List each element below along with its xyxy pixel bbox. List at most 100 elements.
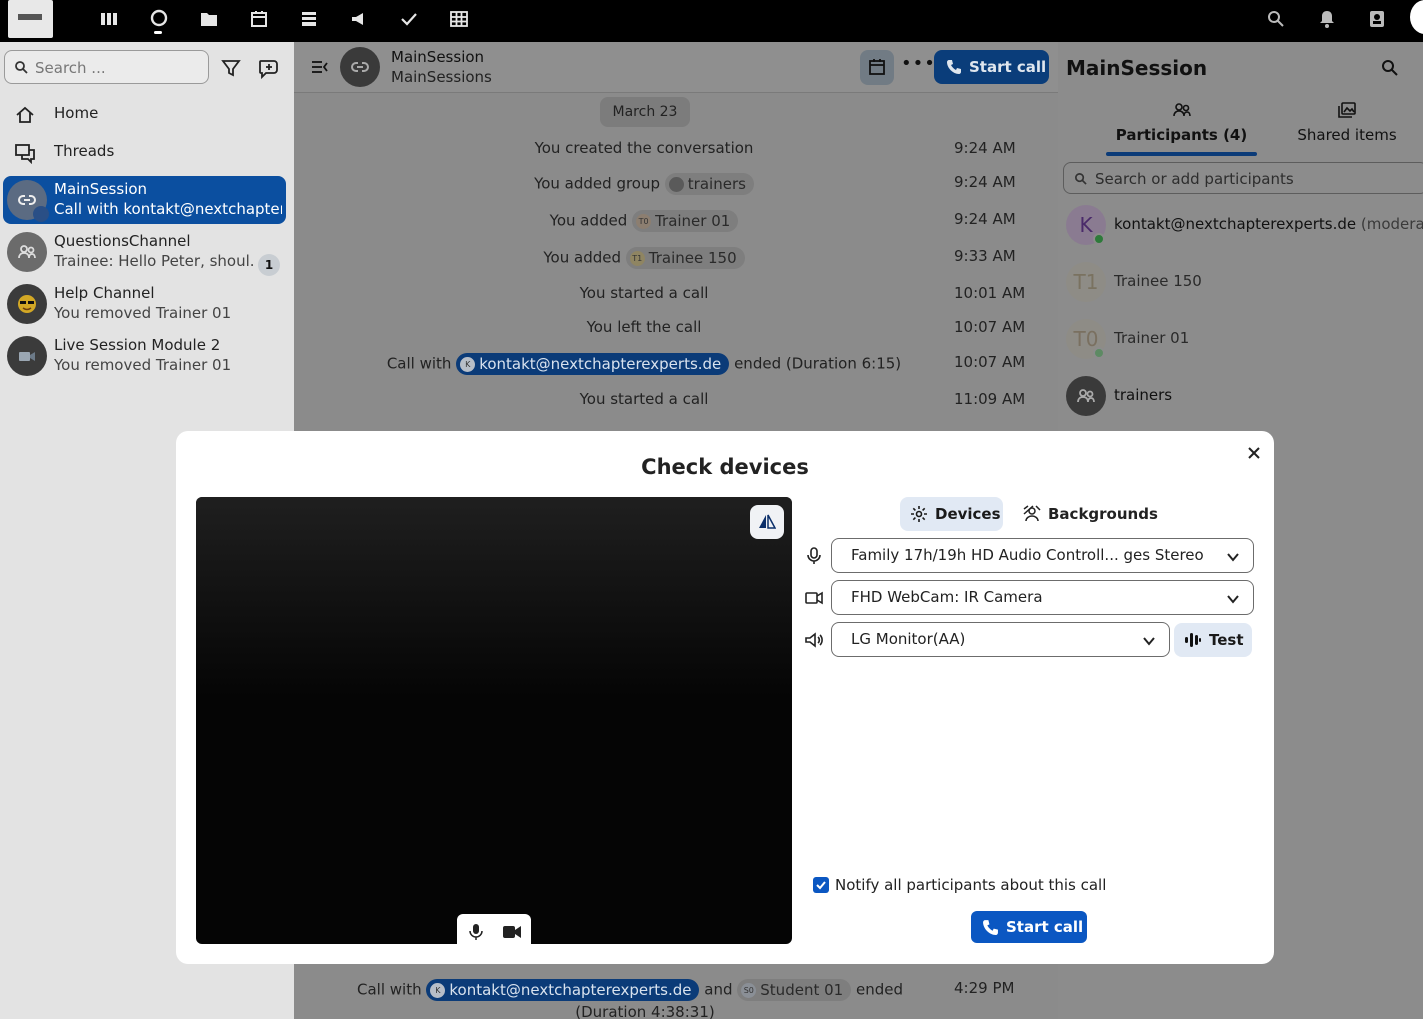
files-icon[interactable] <box>198 9 220 31</box>
participant-item[interactable]: K kontakt@nextchapterexperts.de (moderat… <box>1066 205 1423 247</box>
video-camera-icon <box>805 591 823 605</box>
nav-threads[interactable]: Threads <box>14 138 284 168</box>
mention-chip[interactable]: T0 Trainer 01 <box>632 210 739 232</box>
conversation-title: QuestionsChannel <box>54 232 191 250</box>
tab-backgrounds[interactable]: Backgrounds <box>1013 497 1158 531</box>
message-text: You added <box>543 248 621 267</box>
participant-group-item[interactable]: trainers <box>1066 376 1423 418</box>
mention-label: Trainer 01 <box>655 212 731 230</box>
search-icon[interactable] <box>1265 9 1287 31</box>
system-message: Call with Kkontakt@nextchapterexperts.de… <box>280 979 980 1001</box>
conversation-description: MainSessions <box>391 68 492 86</box>
tables-icon[interactable] <box>448 9 470 31</box>
message-time: 9:24 AM <box>954 139 1016 157</box>
message-text: You created the conversation <box>534 139 754 157</box>
speaker-select[interactable]: LG Monitor(AA) <box>831 622 1170 657</box>
conversation-item-questionschannel[interactable]: QuestionsChannel Trainee: Hello Peter, s… <box>3 228 286 276</box>
conversation-item-help-channel[interactable]: Help Channel You removed Trainer 01 <box>3 280 286 328</box>
tab-devices[interactable]: Devices <box>900 497 1003 531</box>
mention-label: Trainee 150 <box>648 249 737 267</box>
more-actions-button[interactable]: ••• <box>901 54 935 80</box>
message-time: 9:24 AM <box>954 173 1016 191</box>
mention-label: Student 01 <box>760 981 844 999</box>
message-text: Call with <box>357 980 422 999</box>
announcements-icon[interactable] <box>348 9 370 31</box>
camera-select[interactable]: FHD WebCam: IR Camera <box>831 580 1254 615</box>
close-icon[interactable] <box>1244 443 1264 463</box>
start-call-button[interactable]: Start call <box>971 911 1087 943</box>
deck-icon[interactable] <box>298 9 320 31</box>
talk-icon[interactable] <box>148 9 170 31</box>
filter-icon[interactable] <box>220 57 242 79</box>
check-icon <box>816 881 826 890</box>
search-placeholder: Search ... <box>35 59 106 77</box>
new-conversation-icon[interactable] <box>257 56 281 80</box>
mention-chip[interactable]: T1 Trainee 150 <box>625 247 745 269</box>
camera-icon[interactable] <box>503 925 521 939</box>
online-status-icon <box>1093 233 1105 245</box>
link-icon <box>351 62 369 72</box>
microphone-select[interactable]: Family 17h/19h HD Audio Controll... ges … <box>831 538 1254 573</box>
toggle-navigation-icon[interactable] <box>310 57 330 77</box>
start-call-button[interactable]: Start call <box>934 50 1049 84</box>
search-icon <box>1075 173 1087 185</box>
search-icon[interactable] <box>1380 58 1400 78</box>
microphone-icon[interactable] <box>469 924 483 940</box>
mention-chip[interactable]: Kkontakt@nextchapterexperts.de <box>456 353 730 375</box>
calendar-icon[interactable] <box>248 9 270 31</box>
system-message: You started a call <box>294 284 994 302</box>
notify-participants-checkbox[interactable] <box>813 877 829 893</box>
threads-icon <box>15 144 35 164</box>
chevron-down-icon <box>1143 637 1155 646</box>
group-icon <box>1077 389 1095 403</box>
tasks-icon[interactable] <box>398 9 420 31</box>
dialog-title: Check devices <box>641 455 809 479</box>
phone-icon <box>983 920 998 935</box>
participant-name: Trainee 150 <box>1114 272 1202 290</box>
nextchapter-logo[interactable] <box>8 0 53 38</box>
user-avatar[interactable] <box>1410 0 1423 34</box>
mirror-icon <box>759 514 776 529</box>
dashboard-icon[interactable] <box>98 9 120 31</box>
nav-home[interactable]: Home <box>14 100 284 130</box>
conversation-search-input[interactable]: Search ... <box>4 50 209 84</box>
mention-chip[interactable]: S0 Student 01 <box>737 979 852 1001</box>
tab-participants[interactable]: Participants (4) <box>1106 100 1257 152</box>
group-icon <box>668 177 684 192</box>
link-icon <box>18 195 36 205</box>
mention-avatar: S0 <box>741 983 757 998</box>
notifications-icon[interactable] <box>1316 9 1338 31</box>
tab-shared-items[interactable]: Shared items <box>1292 100 1402 152</box>
participant-name: Trainer 01 <box>1114 329 1190 347</box>
nav-home-label: Home <box>54 104 99 122</box>
message-text: You added group <box>534 174 661 193</box>
participant-search-input[interactable]: Search or add participants <box>1063 162 1423 194</box>
conversation-avatar <box>7 232 47 272</box>
check-devices-dialog: Check devices Devices Backgrounds Family… <box>176 431 1274 964</box>
conversation-avatar <box>340 47 380 87</box>
chevron-down-icon <box>1227 553 1239 562</box>
message-text: You started a call <box>579 284 709 302</box>
mention-chip[interactable]: Kkontakt@nextchapterexperts.de <box>426 979 700 1001</box>
home-icon <box>16 106 34 123</box>
test-speaker-button[interactable]: Test <box>1174 623 1252 657</box>
system-message: Call with Kkontakt@nextchapterexperts.de… <box>232 353 1056 375</box>
sunglasses-emoji-icon <box>18 295 36 313</box>
message-text: ended <box>855 980 903 999</box>
participants-icon <box>1172 103 1191 117</box>
mirror-video-button[interactable] <box>750 505 784 539</box>
schedule-meeting-button[interactable] <box>860 50 894 85</box>
tab-label: Participants (4) <box>1115 126 1248 144</box>
conversation-item-mainsession[interactable]: MainSession Call with kontakt@nextchapte… <box>3 176 286 224</box>
participant-item[interactable]: T1 Trainee 150 <box>1066 262 1423 304</box>
tab-label: Devices <box>935 505 1001 523</box>
notify-participants-label[interactable]: Notify all participants about this call <box>835 876 1106 894</box>
participant-item[interactable]: T0 Trainer 01 <box>1066 319 1423 361</box>
start-call-label: Start call <box>1006 918 1084 936</box>
date-separator: March 23 <box>600 97 690 127</box>
contacts-icon[interactable] <box>1366 9 1388 31</box>
search-icon <box>15 61 28 74</box>
mention-chip[interactable]: trainers <box>664 173 754 195</box>
calendar-icon <box>869 59 885 75</box>
test-label: Test <box>1209 631 1244 649</box>
